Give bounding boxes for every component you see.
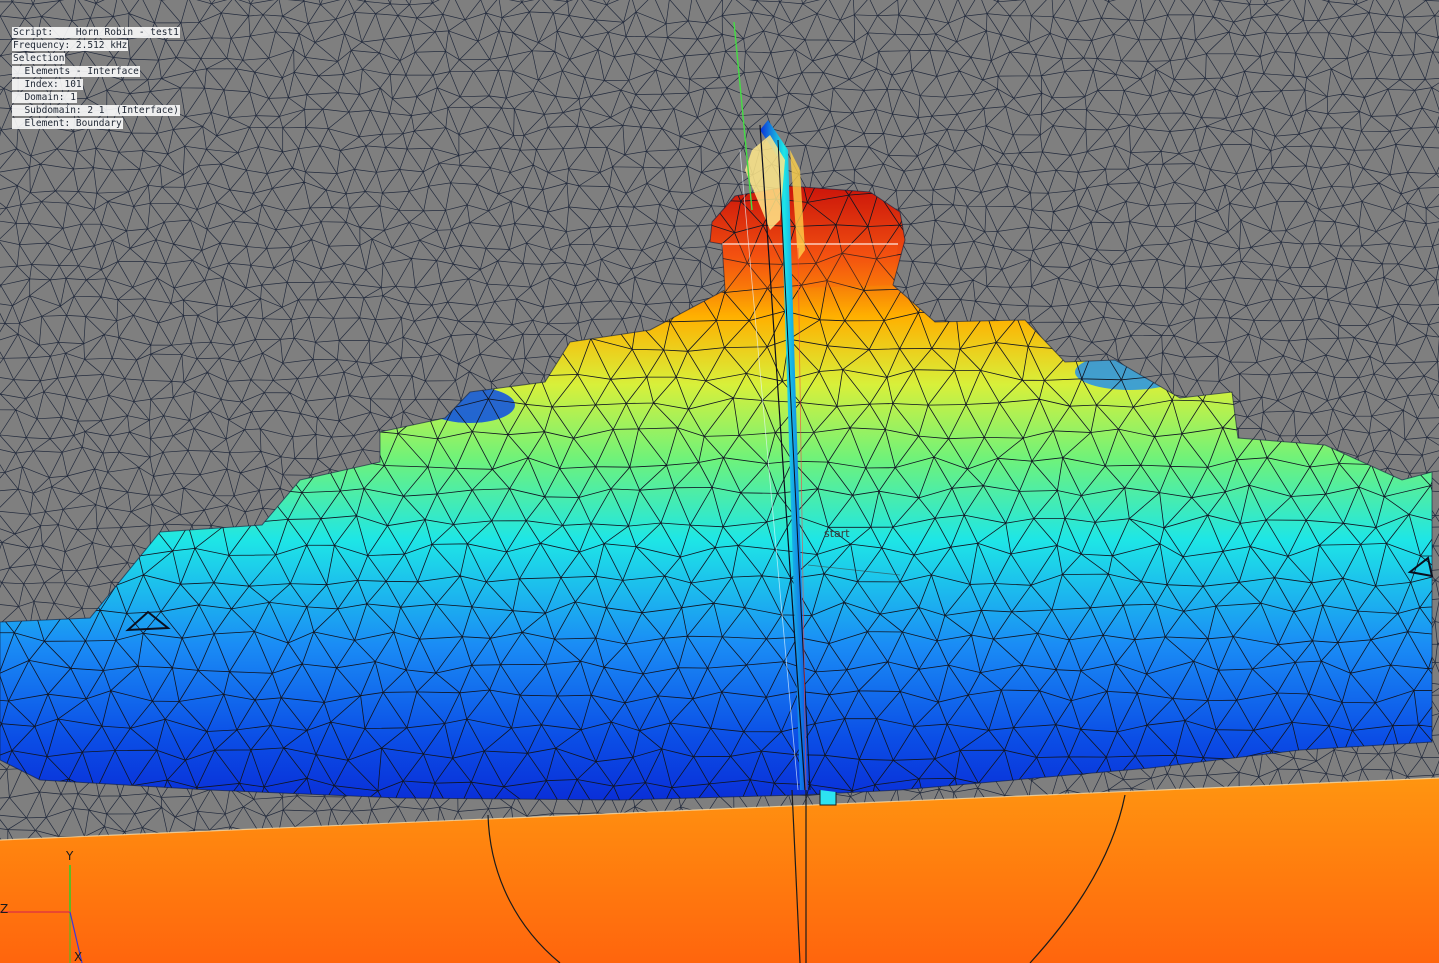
axis-x-label: X <box>74 950 83 963</box>
3d-viewport[interactable]: Script: Horn Robin - test1 Frequency: 2.5… <box>0 0 1439 963</box>
fem-mesh-render[interactable] <box>0 0 1439 963</box>
axis-y-label: Y <box>66 849 74 863</box>
start-marker-label: start <box>824 527 850 540</box>
axis-z-label: Z <box>0 902 9 916</box>
